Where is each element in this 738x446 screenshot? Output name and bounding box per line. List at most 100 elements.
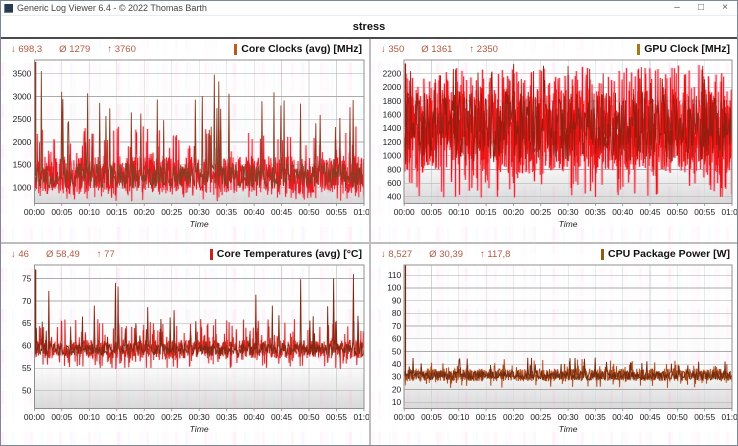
panel-core-clocks: ↓ 698,3 Ø 1279 ↑ 3760 Core Clocks (avg) … <box>1 39 369 242</box>
svg-text:55: 55 <box>22 363 32 373</box>
svg-text:2500: 2500 <box>13 114 32 124</box>
svg-text:00:45: 00:45 <box>271 207 292 217</box>
svg-text:60: 60 <box>22 341 32 351</box>
stat-avg: Ø 1279 <box>59 44 90 55</box>
svg-text:110: 110 <box>388 270 402 280</box>
series-color-bar <box>210 249 213 260</box>
svg-text:70: 70 <box>392 321 402 331</box>
series-color-bar <box>637 44 640 55</box>
svg-text:1000: 1000 <box>383 151 402 161</box>
tab-stress[interactable]: stress <box>353 21 385 33</box>
svg-text:30: 30 <box>392 372 402 382</box>
svg-text:400: 400 <box>387 192 401 202</box>
svg-text:00:30: 00:30 <box>558 412 579 422</box>
panel-cpu-package-power: ↓ 8,527 Ø 30,39 ↑ 117,8 CPU Package Powe… <box>369 242 737 445</box>
svg-text:20: 20 <box>392 384 402 394</box>
svg-text:1800: 1800 <box>383 96 402 106</box>
minimize-button[interactable]: – <box>665 1 689 15</box>
stat-avg: Ø 30,39 <box>429 249 463 260</box>
svg-text:2000: 2000 <box>383 82 402 92</box>
series-color-bar <box>601 249 604 260</box>
panel-stats: ↓ 8,527 Ø 30,39 ↑ 117,8 <box>381 249 510 260</box>
close-button[interactable]: × <box>713 1 737 15</box>
svg-text:3000: 3000 <box>13 91 32 101</box>
stat-min: ↓ 46 <box>11 249 29 260</box>
panel-gpu-clock: ↓ 350 Ø 1361 ↑ 2350 GPU Clock [MHz] 4006… <box>369 39 737 242</box>
svg-text:01:00: 01:00 <box>722 412 737 422</box>
svg-text:00:35: 00:35 <box>585 207 606 217</box>
panel-title: GPU Clock [MHz] <box>644 43 730 55</box>
chart-core-clocks[interactable]: 10001500200025003000350000:0000:0500:100… <box>1 56 369 238</box>
stat-avg: Ø 58,49 <box>46 249 80 260</box>
panel-stats: ↓ 350 Ø 1361 ↑ 2350 <box>381 44 498 55</box>
svg-text:00:50: 00:50 <box>667 412 688 422</box>
svg-text:75: 75 <box>22 273 32 283</box>
svg-text:00:40: 00:40 <box>244 207 265 217</box>
svg-text:00:40: 00:40 <box>244 412 265 422</box>
svg-text:00:15: 00:15 <box>476 207 497 217</box>
panel-header: ↓ 46 Ø 58,49 ↑ 77 Core Temperatures (avg… <box>1 244 369 261</box>
svg-text:01:00: 01:00 <box>722 207 737 217</box>
svg-text:Time: Time <box>559 219 578 229</box>
svg-text:01:00: 01:00 <box>353 412 369 422</box>
svg-text:00:40: 00:40 <box>612 412 633 422</box>
svg-text:00:30: 00:30 <box>189 207 210 217</box>
stat-max: ↑ 117,8 <box>480 249 510 260</box>
svg-text:00:20: 00:20 <box>134 207 155 217</box>
svg-text:3500: 3500 <box>13 69 32 79</box>
svg-text:00:45: 00:45 <box>271 412 292 422</box>
svg-text:Time: Time <box>559 424 578 434</box>
svg-text:00:00: 00:00 <box>394 207 415 217</box>
svg-text:00:35: 00:35 <box>216 207 237 217</box>
stat-max: ↑ 3760 <box>107 44 136 55</box>
panel-header: ↓ 8,527 Ø 30,39 ↑ 117,8 CPU Package Powe… <box>371 244 737 261</box>
panel-core-temperatures: ↓ 46 Ø 58,49 ↑ 77 Core Temperatures (avg… <box>1 242 369 445</box>
svg-text:00:00: 00:00 <box>394 412 415 422</box>
svg-text:00:10: 00:10 <box>79 412 100 422</box>
svg-text:800: 800 <box>387 164 401 174</box>
svg-text:00:10: 00:10 <box>448 412 469 422</box>
svg-text:60: 60 <box>392 334 402 344</box>
svg-text:00:25: 00:25 <box>161 207 182 217</box>
stat-min: ↓ 350 <box>381 44 404 55</box>
maximize-button[interactable]: □ <box>689 1 713 15</box>
svg-text:50: 50 <box>22 386 32 396</box>
chart-core-temperatures[interactable]: 50556065707500:0000:0500:1000:1500:2000:… <box>1 261 369 443</box>
svg-text:00:35: 00:35 <box>585 412 606 422</box>
panel-stats: ↓ 46 Ø 58,49 ↑ 77 <box>11 249 115 260</box>
svg-text:00:05: 00:05 <box>421 207 442 217</box>
svg-text:00:00: 00:00 <box>24 412 45 422</box>
svg-text:00:20: 00:20 <box>503 412 524 422</box>
svg-text:00:25: 00:25 <box>161 412 182 422</box>
app-window: Generic Log Viewer 6.4 - © 2022 Thomas B… <box>0 0 738 446</box>
svg-text:00:30: 00:30 <box>189 412 210 422</box>
panel-header: ↓ 698,3 Ø 1279 ↑ 3760 Core Clocks (avg) … <box>1 39 369 56</box>
panel-title: CPU Package Power [W] <box>608 248 730 260</box>
window-controls: – □ × <box>665 1 737 15</box>
panel-stats: ↓ 698,3 Ø 1279 ↑ 3760 <box>11 44 136 55</box>
chart-cpu-package-power[interactable]: 10203040506070809010011000:0000:0500:100… <box>371 261 737 443</box>
svg-text:00:25: 00:25 <box>530 412 551 422</box>
svg-text:00:55: 00:55 <box>326 412 347 422</box>
svg-text:70: 70 <box>22 296 32 306</box>
chart-gpu-clock[interactable]: 400600800100012001400160018002000220000:… <box>371 56 737 238</box>
svg-text:50: 50 <box>392 346 402 356</box>
svg-text:1500: 1500 <box>13 160 32 170</box>
svg-text:00:55: 00:55 <box>694 207 715 217</box>
svg-text:00:05: 00:05 <box>51 412 72 422</box>
svg-text:00:15: 00:15 <box>476 412 497 422</box>
svg-text:00:00: 00:00 <box>24 207 45 217</box>
panel-title: Core Clocks (avg) [MHz] <box>241 43 362 55</box>
tab-strip: stress <box>1 16 737 39</box>
svg-text:Time: Time <box>190 219 209 229</box>
svg-text:1200: 1200 <box>383 137 402 147</box>
stat-min: ↓ 698,3 <box>11 44 42 55</box>
svg-text:00:30: 00:30 <box>558 207 579 217</box>
stat-avg: Ø 1361 <box>421 44 452 55</box>
svg-text:80: 80 <box>392 308 402 318</box>
svg-text:00:50: 00:50 <box>667 207 688 217</box>
svg-text:00:35: 00:35 <box>216 412 237 422</box>
svg-text:00:40: 00:40 <box>612 207 633 217</box>
svg-text:00:55: 00:55 <box>694 412 715 422</box>
svg-text:2200: 2200 <box>383 69 402 79</box>
